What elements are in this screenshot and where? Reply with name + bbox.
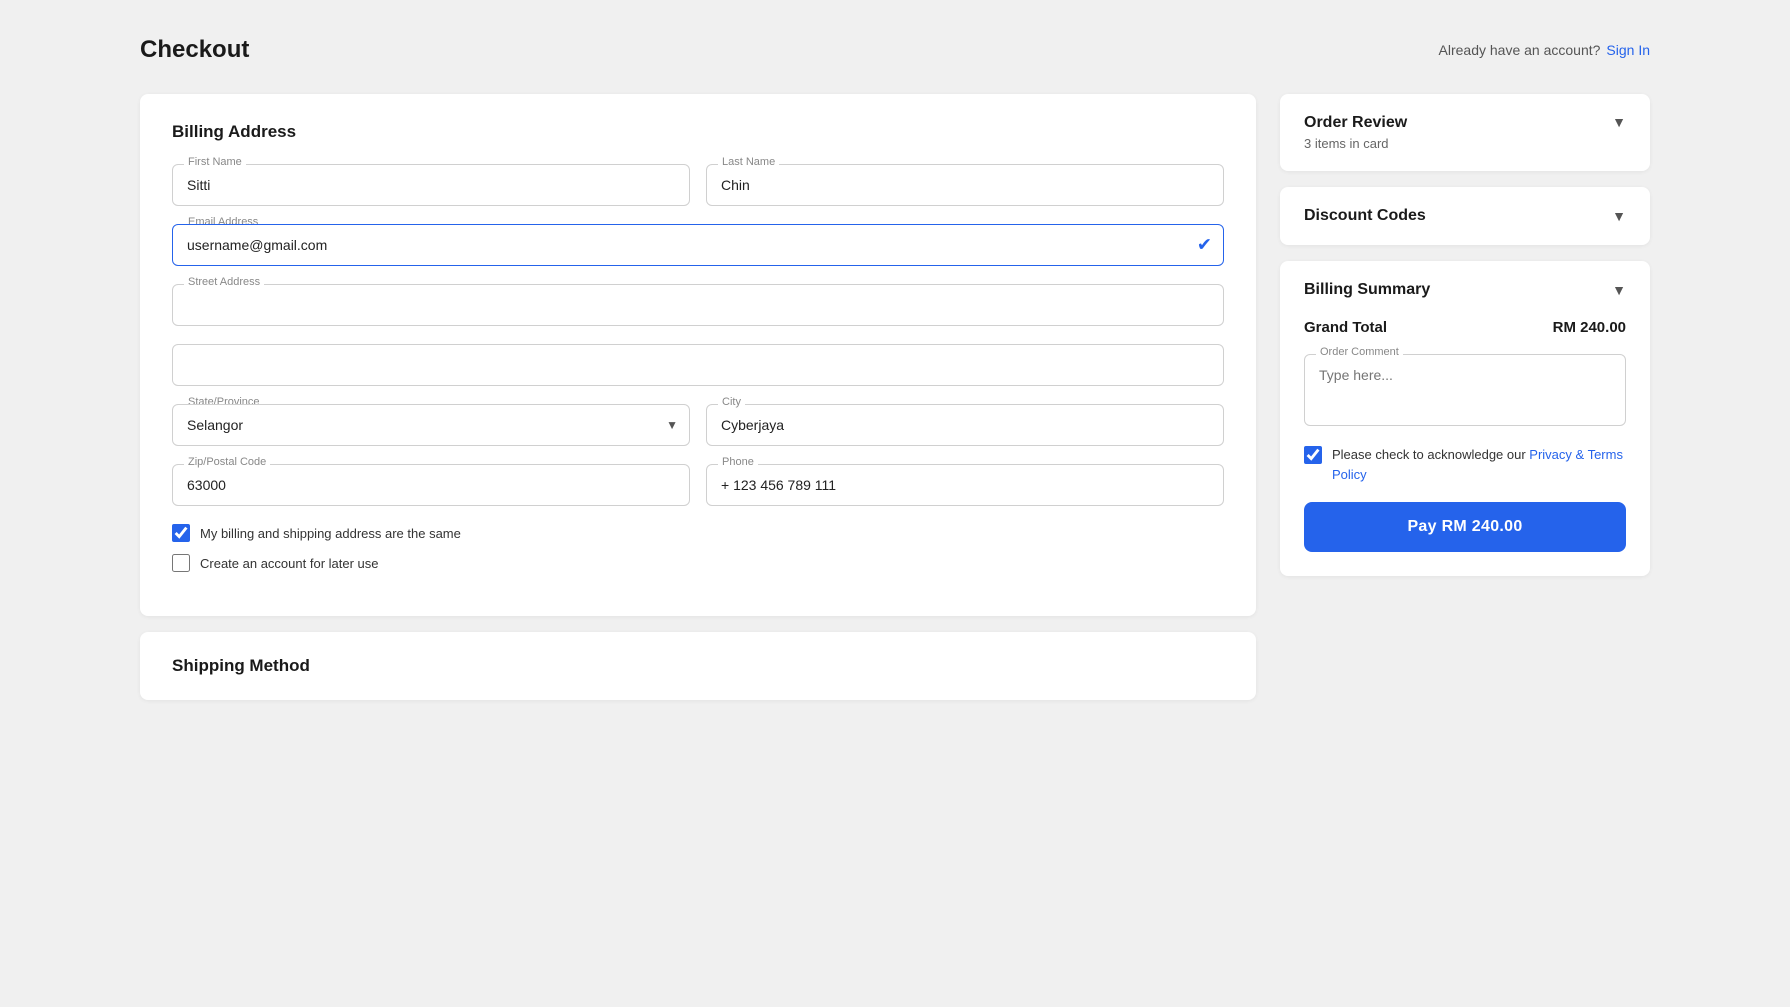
billing-summary-title: Billing Summary bbox=[1304, 281, 1430, 299]
order-review-chevron-icon[interactable]: ▼ bbox=[1612, 114, 1626, 130]
order-comment-label: Order Comment bbox=[1316, 346, 1403, 358]
grand-total-row: Grand Total RM 240.00 bbox=[1304, 319, 1626, 336]
state-city-row: State/Province Selangor Kuala Lumpur Pen… bbox=[172, 404, 1224, 446]
city-group: City bbox=[706, 404, 1224, 446]
first-name-group: First Name bbox=[172, 164, 690, 206]
privacy-checkbox[interactable] bbox=[1304, 446, 1322, 464]
pay-button[interactable]: Pay RM 240.00 bbox=[1304, 502, 1626, 552]
email-group: Email Address ✔ bbox=[172, 224, 1224, 266]
page-title: Checkout bbox=[140, 36, 249, 64]
discount-title: Discount Codes bbox=[1304, 207, 1426, 225]
same-address-label: My billing and shipping address are the … bbox=[200, 526, 461, 541]
phone-group: Phone bbox=[706, 464, 1224, 506]
city-input[interactable] bbox=[706, 404, 1224, 446]
email-input[interactable] bbox=[172, 224, 1224, 266]
order-review-card: Order Review 3 items in card ▼ bbox=[1280, 94, 1650, 171]
account-prompt: Already have an account? bbox=[1439, 42, 1601, 58]
order-review-title: Order Review bbox=[1304, 114, 1407, 132]
privacy-text-before: Please check to acknowledge our bbox=[1332, 447, 1529, 462]
phone-input[interactable] bbox=[706, 464, 1224, 506]
shipping-title: Shipping Method bbox=[172, 656, 1224, 676]
first-name-input[interactable] bbox=[172, 164, 690, 206]
discount-chevron-icon[interactable]: ▼ bbox=[1612, 208, 1626, 224]
order-comment-wrapper: Order Comment bbox=[1304, 354, 1626, 429]
billing-summary-chevron-icon[interactable]: ▼ bbox=[1612, 282, 1626, 298]
sign-in-link[interactable]: Sign In bbox=[1606, 42, 1650, 58]
name-row: First Name Last Name bbox=[172, 164, 1224, 206]
last-name-input[interactable] bbox=[706, 164, 1224, 206]
same-address-row: My billing and shipping address are the … bbox=[172, 524, 1224, 542]
street-address-input[interactable] bbox=[172, 284, 1224, 326]
same-address-checkbox[interactable] bbox=[172, 524, 190, 542]
privacy-text: Please check to acknowledge our Privacy … bbox=[1332, 445, 1626, 484]
shipping-section: Shipping Method bbox=[140, 632, 1256, 700]
state-select-wrapper: Selangor Kuala Lumpur Penang Johor Perak… bbox=[172, 404, 690, 446]
email-input-wrapper: ✔ bbox=[172, 224, 1224, 266]
create-account-checkbox[interactable] bbox=[172, 554, 190, 572]
zip-group: Zip/Postal Code bbox=[172, 464, 690, 506]
state-group: State/Province Selangor Kuala Lumpur Pen… bbox=[172, 404, 690, 446]
order-comment-textarea[interactable] bbox=[1304, 354, 1626, 426]
zip-phone-row: Zip/Postal Code Phone bbox=[172, 464, 1224, 506]
street-address-2-group bbox=[172, 344, 1224, 386]
discount-codes-card: Discount Codes ▼ bbox=[1280, 187, 1650, 245]
privacy-row: Please check to acknowledge our Privacy … bbox=[1304, 445, 1626, 484]
right-panel: Order Review 3 items in card ▼ Discount … bbox=[1280, 94, 1650, 576]
billing-summary-header: Billing Summary ▼ bbox=[1304, 281, 1626, 299]
billing-section-title: Billing Address bbox=[172, 122, 1224, 142]
main-layout: Billing Address First Name Last Name Ema… bbox=[140, 94, 1650, 616]
order-review-subtitle: 3 items in card bbox=[1304, 136, 1407, 151]
street-address-2-input[interactable] bbox=[172, 344, 1224, 386]
billing-summary-card: Billing Summary ▼ Grand Total RM 240.00 … bbox=[1280, 261, 1650, 576]
grand-total-value: RM 240.00 bbox=[1553, 319, 1626, 336]
state-select[interactable]: Selangor Kuala Lumpur Penang Johor Perak bbox=[172, 404, 690, 446]
order-review-info: Order Review 3 items in card bbox=[1304, 114, 1407, 151]
order-review-header: Order Review 3 items in card ▼ bbox=[1304, 114, 1626, 151]
zip-input[interactable] bbox=[172, 464, 690, 506]
grand-total-label: Grand Total bbox=[1304, 319, 1387, 336]
discount-section: Discount Codes ▼ bbox=[1304, 207, 1626, 225]
billing-address-panel: Billing Address First Name Last Name Ema… bbox=[140, 94, 1256, 616]
last-name-group: Last Name bbox=[706, 164, 1224, 206]
email-check-icon: ✔ bbox=[1197, 235, 1212, 256]
header: Checkout Already have an account? Sign I… bbox=[140, 0, 1650, 94]
street-address-group: Street Address bbox=[172, 284, 1224, 326]
create-account-label: Create an account for later use bbox=[200, 556, 379, 571]
create-account-row: Create an account for later use bbox=[172, 554, 1224, 572]
